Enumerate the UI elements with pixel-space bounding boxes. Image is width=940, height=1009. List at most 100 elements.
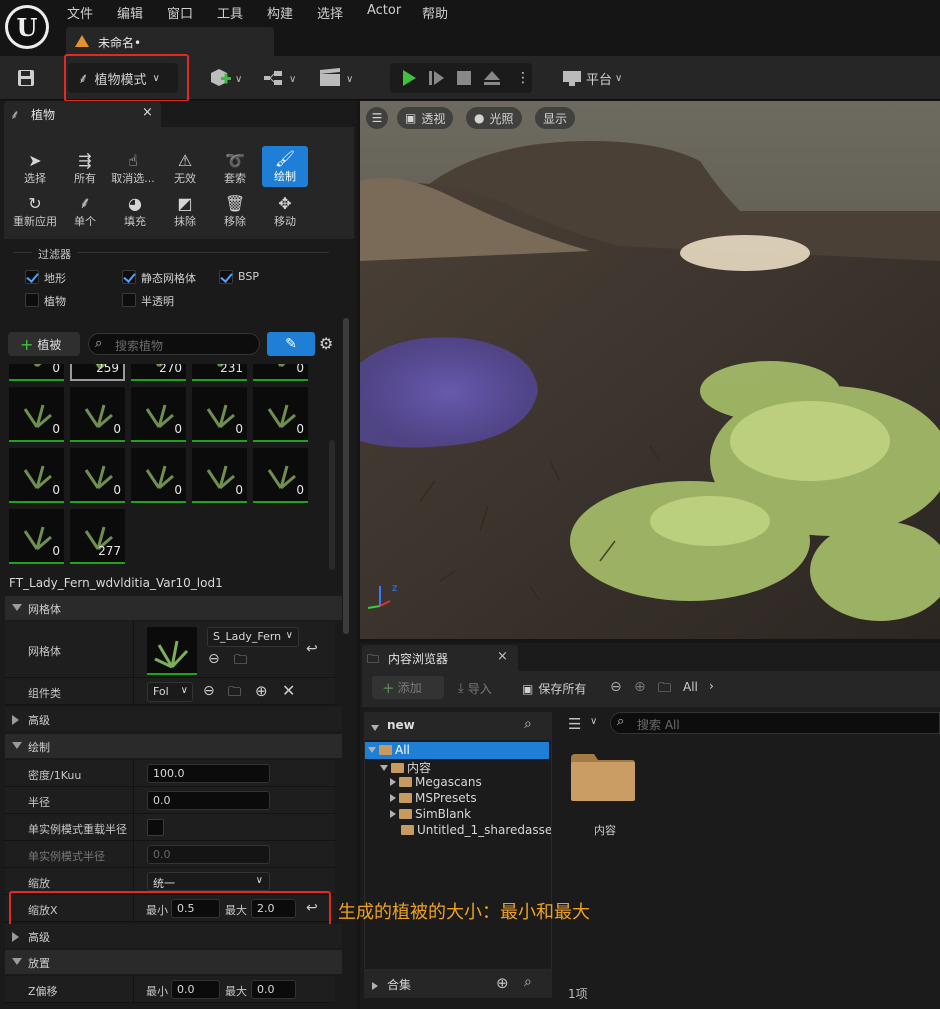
foliage-thumbnail[interactable]: 0 (131, 387, 186, 442)
add-content-button[interactable]: + 添加 (372, 676, 444, 699)
filter-foliage-checkbox[interactable] (25, 293, 39, 307)
step-icon[interactable] (428, 69, 446, 90)
z-min-input[interactable]: 0.0 (171, 980, 220, 999)
perspective-button[interactable]: ▣ 透视 (397, 107, 454, 129)
save-all-button[interactable]: ▣ 保存所有 (522, 680, 586, 697)
tool-select-all[interactable]: ⇶ 所有 (62, 148, 108, 188)
density-input[interactable]: 100.0 (147, 764, 270, 783)
collections-header[interactable]: 合集 ⊕ ⌕ (364, 970, 552, 998)
add-actor-button[interactable]: ∨ (207, 66, 247, 90)
foliage-thumbnail[interactable]: 0 (70, 387, 125, 442)
blueprint-button[interactable]: ∨ (262, 66, 302, 90)
tool-paint[interactable]: 🖌 绘制 (262, 146, 308, 187)
menu-select[interactable]: 选择 (317, 3, 343, 22)
browse-folder-icon[interactable]: 🗀 (234, 651, 247, 673)
foliage-thumbnail[interactable]: 0 (192, 448, 247, 503)
foliage-thumbnail[interactable]: 259 (70, 364, 125, 381)
tool-deselect[interactable]: ☝ 取消选... (110, 148, 156, 188)
stop-icon[interactable] (456, 70, 472, 89)
foliage-thumbnail[interactable]: 277 (70, 509, 125, 564)
path-crumb[interactable]: All (683, 680, 698, 694)
thumb-scrollbar[interactable] (329, 440, 335, 570)
foliage-thumbnail[interactable]: 231 (192, 364, 247, 381)
search-icon[interactable]: ⌕ (524, 974, 532, 990)
component-dropdown[interactable]: Fol ∨ (147, 682, 193, 702)
tree-item-all[interactable]: All (368, 743, 410, 759)
browse-back-icon[interactable]: ⊖ (203, 683, 215, 699)
close-icon[interactable]: × (142, 105, 153, 120)
foliage-thumbnail[interactable]: 0 (131, 448, 186, 503)
z-max-input[interactable]: 0.0 (251, 980, 296, 999)
filter-landscape-checkbox[interactable] (25, 270, 39, 284)
section-mesh[interactable]: 网格体 (5, 596, 342, 620)
folder-asset[interactable] (570, 752, 636, 802)
tool-select[interactable]: ➤ 选择 (12, 148, 58, 188)
tool-reapply[interactable]: ↻ 重新应用 (9, 191, 61, 231)
mesh-thumbnail[interactable] (147, 627, 197, 675)
foliage-thumbnail[interactable]: 270 (131, 364, 186, 381)
tool-lasso[interactable]: ➰ 套索 (212, 148, 258, 188)
foliage-thumbnail[interactable]: 0 (70, 448, 125, 503)
foliage-search-input[interactable]: ⌕ 搜索植物 (88, 333, 260, 355)
platform-dropdown[interactable]: 平台 ∨ (562, 68, 632, 88)
foliage-thumbnail[interactable]: 0 (9, 509, 64, 564)
tool-invalid[interactable]: ⚠ 无效 (162, 148, 208, 188)
history-forward-icon[interactable]: ⊕ (634, 679, 646, 695)
radius-input[interactable]: 0.0 (147, 791, 270, 810)
foliage-thumbnail[interactable]: 0 (9, 364, 64, 381)
foliage-thumbnail[interactable]: 0 (253, 448, 308, 503)
tool-single[interactable]: ⸙ 单个 (62, 191, 108, 231)
filter-icon[interactable]: ☰ (568, 715, 581, 733)
more-options-icon[interactable]: ⋮ (516, 70, 530, 86)
single-radius-input[interactable]: 0.0 (147, 845, 270, 864)
mesh-dropdown[interactable]: S_Lady_Fern ∨ (207, 627, 299, 647)
unreal-logo-icon[interactable]: U (5, 5, 49, 49)
import-button[interactable]: ⤓ 导入 (458, 680, 492, 697)
add-foliage-button[interactable]: + 植被 (8, 332, 80, 356)
reset-icon[interactable]: ↩ (306, 641, 318, 657)
close-icon[interactable]: × (497, 649, 508, 664)
tool-fill[interactable]: ◕ 填充 (112, 191, 158, 231)
menu-edit[interactable]: 编辑 (117, 3, 143, 22)
tree-item-content[interactable]: 内容 (380, 759, 431, 775)
foliage-tab[interactable]: ⸙ 植物 × (4, 101, 161, 127)
menu-file[interactable]: 文件 (67, 3, 93, 22)
tree-item-megascans[interactable]: Megascans (390, 775, 482, 791)
eject-icon[interactable] (483, 69, 501, 90)
panel-scrollbar[interactable] (343, 318, 349, 634)
single-reapply-checkbox[interactable] (147, 819, 164, 836)
foliage-thumbnail[interactable]: 0 (253, 364, 308, 381)
tool-move[interactable]: ✥ 移动 (262, 191, 308, 231)
add-circle-icon[interactable]: ⊕ (496, 974, 509, 992)
section-advanced[interactable]: 高级 (5, 707, 342, 731)
asset-search-input[interactable]: ⌕ 搜索 All (610, 712, 940, 734)
tree-header[interactable]: new ⌕ (364, 712, 552, 740)
play-icon[interactable] (400, 69, 418, 90)
chevron-down-icon[interactable]: ∨ (590, 716, 597, 727)
chevron-right-icon[interactable]: › (709, 679, 714, 693)
tree-item-mspresets[interactable]: MSPresets (390, 791, 477, 807)
filter-static-mesh-checkbox[interactable] (122, 270, 136, 284)
gear-icon[interactable]: ⚙ (319, 334, 333, 353)
viewport-menu-button[interactable]: ☰ (366, 107, 388, 129)
browse-back-icon[interactable]: ⊖ (208, 651, 220, 667)
tree-item-simblank[interactable]: SimBlank (390, 807, 471, 823)
foliage-thumbnail[interactable]: 0 (9, 387, 64, 442)
menu-actor[interactable]: Actor (367, 3, 401, 18)
browse-folder-icon[interactable]: 🗀 (228, 683, 241, 705)
content-browser-tab[interactable]: 🗀 内容浏览器 × (362, 645, 518, 671)
menu-window[interactable]: 窗口 (167, 3, 193, 22)
filter-bsp-checkbox[interactable] (219, 270, 233, 284)
tool-erase[interactable]: ◩ 抹除 (162, 191, 208, 231)
tool-remove[interactable]: 🗑 移除 (212, 191, 258, 231)
foliage-thumbnail[interactable]: 0 (9, 448, 64, 503)
tree-item-untitled[interactable]: Untitled_1_sharedasse (401, 823, 551, 839)
scaling-dropdown[interactable]: 统一 ∨ (147, 872, 270, 891)
section-placement[interactable]: 放置 (5, 950, 342, 974)
menu-build[interactable]: 构建 (267, 3, 293, 22)
show-button[interactable]: 显示 (535, 107, 576, 129)
filter-translucent-checkbox[interactable] (122, 293, 136, 307)
section-paint[interactable]: 绘制 (5, 734, 342, 758)
foliage-thumbnail[interactable]: 0 (253, 387, 308, 442)
foliage-thumbnail[interactable]: 0 (192, 387, 247, 442)
